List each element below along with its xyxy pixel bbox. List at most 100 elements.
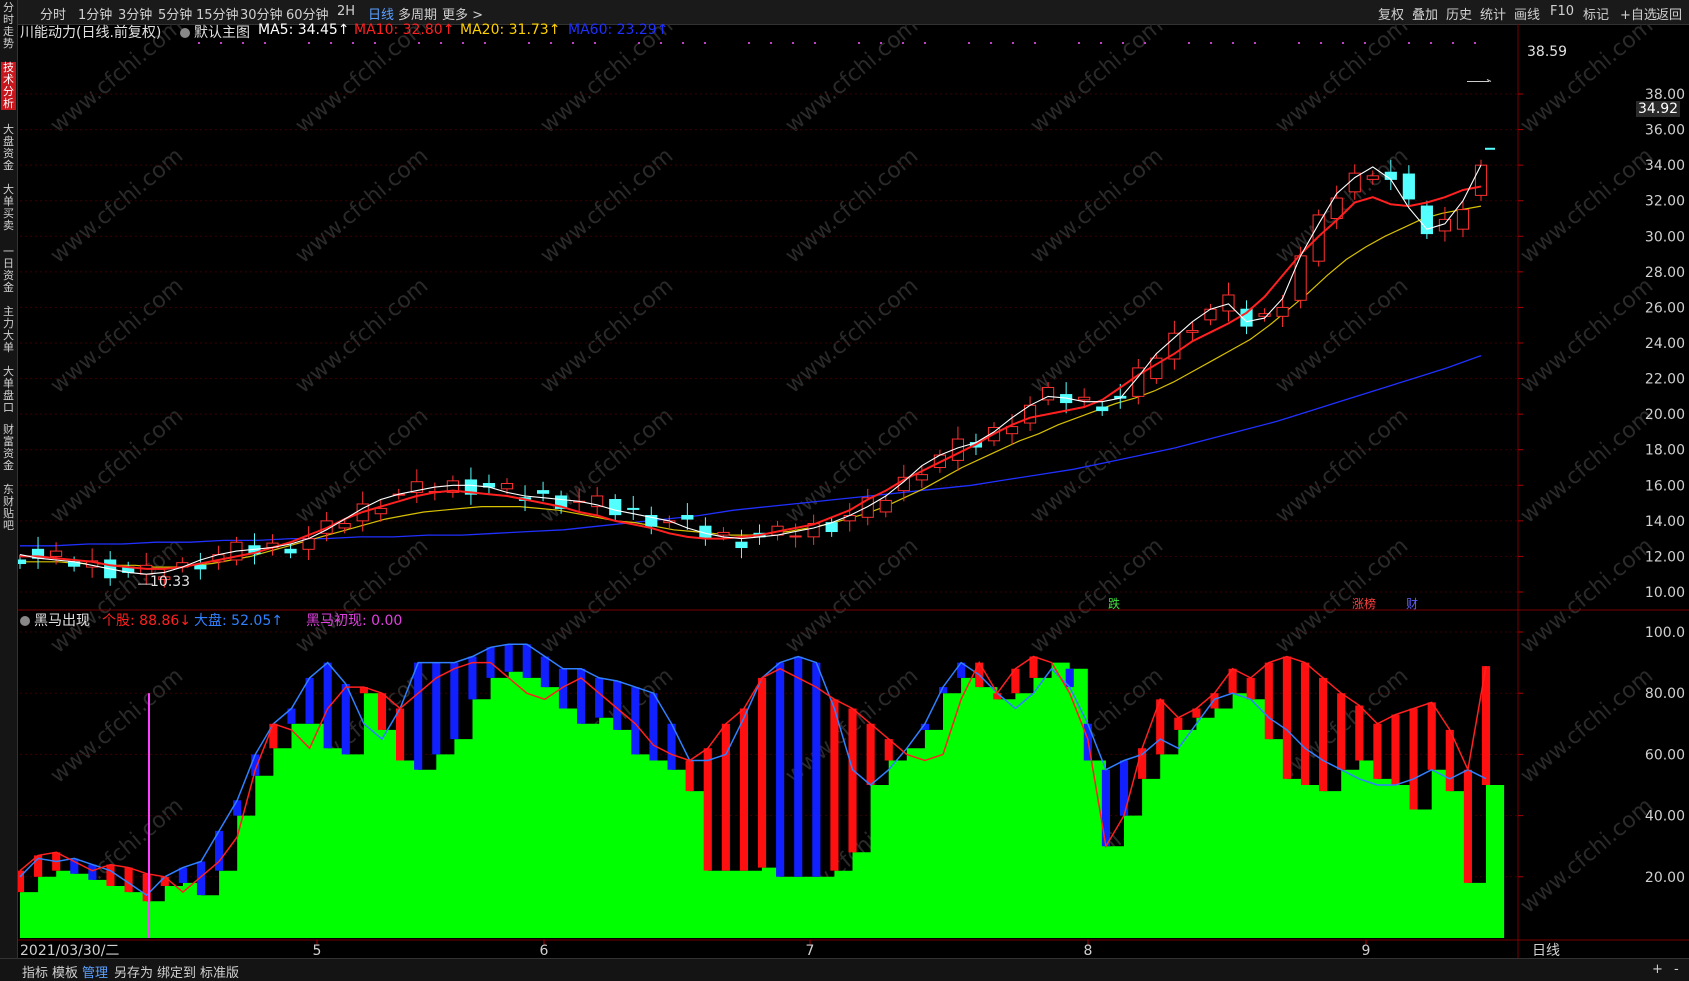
candle-body	[1294, 255, 1307, 301]
candle-body	[1366, 175, 1379, 180]
candle-body	[1186, 330, 1199, 333]
low-price-label: 10.33	[150, 574, 191, 590]
period-tab-2[interactable]: 3分钟	[118, 4, 152, 23]
date-axis: 2021/03/30/二 5 6 7 8 9 日线	[20, 940, 1560, 958]
sidebar-item-0[interactable]: 分时走势	[1, 2, 16, 50]
date-start-label: 2021/03/30/二	[20, 943, 119, 958]
tool-button-0[interactable]: 复权	[1378, 4, 1404, 23]
period-tab-8[interactable]: 日线	[368, 4, 394, 23]
watermark-text: www.cfchi.com	[1271, 24, 1413, 139]
date-month-label: 8	[1084, 943, 1093, 958]
indicator-panel[interactable]	[18, 643, 1505, 938]
tool-button-5[interactable]: F10	[1550, 4, 1574, 19]
template-name: 默认主图	[194, 25, 250, 41]
indicator-name[interactable]: 黑马出现	[20, 610, 90, 630]
watermark-text: www.cfchi.com	[1271, 273, 1413, 398]
price-tick-label: 10.00	[1645, 585, 1685, 601]
high-price-label: 38.59	[1527, 44, 1568, 60]
watermark-text: www.cfchi.com	[291, 143, 433, 268]
ma60-legend: MA60: 23.29↑	[568, 22, 669, 38]
indicator-tick-label: 100.0	[1645, 625, 1685, 641]
tool-button-8[interactable]: 返回	[1656, 4, 1682, 23]
indicator-tick-label: 80.00	[1645, 686, 1685, 702]
candle-body	[500, 483, 514, 490]
date-month-label: 5	[313, 943, 322, 958]
indicator-tick-label: 20.00	[1645, 870, 1685, 886]
watermark-text: www.cfchi.com	[46, 143, 188, 268]
period-tab-4[interactable]: 15分钟	[196, 4, 239, 23]
sidebar-item-1[interactable]: 技术分析	[1, 62, 16, 110]
sidebar-item-8[interactable]: 东财贴吧	[1, 484, 16, 532]
watermark-text: www.cfchi.com	[536, 24, 678, 139]
bottom-tab-1[interactable]: 模板	[52, 962, 78, 981]
tool-button-1[interactable]: 叠加	[1412, 4, 1438, 23]
zoom-in-icon[interactable]: +	[1652, 962, 1663, 977]
tool-button-6[interactable]: 标记	[1583, 4, 1609, 23]
tool-button-7[interactable]: +自选	[1620, 4, 1657, 23]
event-marker-finance[interactable]: 财	[1406, 595, 1418, 612]
tool-button-4[interactable]: 画线	[1514, 4, 1540, 23]
sidebar-item-6[interactable]: 大单盘口	[1, 366, 16, 414]
candle-body	[1456, 209, 1470, 230]
candle-body	[1078, 396, 1091, 401]
sidebar-item-4[interactable]: 一日资金	[1, 246, 16, 294]
price-tick-label: 14.00	[1645, 514, 1685, 530]
ma10-line	[20, 185, 1482, 570]
candle-body	[49, 550, 63, 557]
zoom-out-icon[interactable]: -	[1674, 962, 1679, 977]
event-marker-gainers[interactable]: 涨榜	[1352, 595, 1376, 612]
sidebar-item-7[interactable]: 财富资金	[1, 424, 16, 472]
template-label[interactable]: 默认主图	[180, 22, 250, 42]
indicator-stock-value: 个股: 88.86↓	[102, 613, 191, 629]
date-month-label: 9	[1362, 943, 1371, 958]
watermark-text: www.cfchi.com	[1026, 143, 1168, 268]
period-tab-1[interactable]: 1分钟	[78, 4, 112, 23]
watermark-text: www.cfchi.com	[781, 143, 923, 268]
template-icon	[180, 28, 190, 38]
price-tick-label: 28.00	[1645, 265, 1685, 281]
ma5-path	[19, 164, 1482, 575]
period-tab-3[interactable]: 5分钟	[158, 4, 192, 23]
period-tab-6[interactable]: 60分钟	[286, 4, 329, 23]
period-tab-0[interactable]: 分时	[40, 4, 66, 23]
price-tick-label: 24.00	[1645, 336, 1685, 352]
watermark-text: www.cfchi.com	[1271, 403, 1413, 528]
chart-canvas[interactable]: www.cfchi.com www.cfchi.com www.cfchi.com w…	[18, 24, 1689, 958]
period-tab-9[interactable]: 多周期	[398, 4, 437, 23]
bottom-tab-4[interactable]: 绑定到	[157, 962, 196, 981]
watermark-text: www.cfchi.com	[1516, 273, 1658, 398]
indicator-tick-label: 40.00	[1645, 809, 1685, 825]
sidebar-item-3[interactable]: 大单买卖	[1, 184, 16, 232]
bottom-tab-2[interactable]: 管理	[82, 962, 108, 981]
ma60-line	[20, 354, 1482, 547]
candle-body	[681, 515, 694, 520]
bottom-tab-3[interactable]: 另存为	[114, 962, 153, 981]
candle-body	[843, 515, 856, 522]
watermark-text: www.cfchi.com	[46, 533, 188, 658]
watermark-text: www.cfchi.com	[1516, 663, 1658, 788]
period-tab-7[interactable]: 2H	[337, 4, 355, 19]
watermark-text: www.cfchi.com	[1516, 143, 1658, 268]
ma10-legend: MA10: 32.80↑	[354, 22, 455, 38]
price-tick-label: 22.00	[1645, 372, 1685, 388]
candle-body	[789, 535, 802, 538]
watermark-text: www.cfchi.com	[1026, 403, 1168, 528]
bottom-tab-0[interactable]: 指标	[22, 962, 48, 981]
watermark-text: www.cfchi.com	[46, 663, 188, 788]
candle-body	[536, 490, 550, 494]
period-tab-5[interactable]: 30分钟	[240, 4, 283, 23]
tool-button-2[interactable]: 历史	[1446, 4, 1472, 23]
watermark-text: www.cfchi.com	[536, 143, 678, 268]
period-tab-10[interactable]: 更多 >	[442, 4, 483, 23]
price-tick-label: 16.00	[1645, 478, 1685, 494]
ma60-path	[20, 354, 1482, 547]
tool-button-3[interactable]: 统计	[1480, 4, 1506, 23]
sidebar-item-5[interactable]: 主力大单	[1, 306, 16, 354]
candle-body	[284, 548, 297, 554]
watermark-text: www.cfchi.com	[1516, 403, 1658, 528]
watermark-text: www.cfchi.com	[536, 273, 678, 398]
event-marker-fall[interactable]: 跌	[1108, 595, 1120, 612]
candle-body	[1276, 306, 1289, 317]
bottom-tab-5[interactable]: 标准版	[200, 962, 239, 981]
sidebar-item-2[interactable]: 大盘资金	[1, 124, 16, 172]
